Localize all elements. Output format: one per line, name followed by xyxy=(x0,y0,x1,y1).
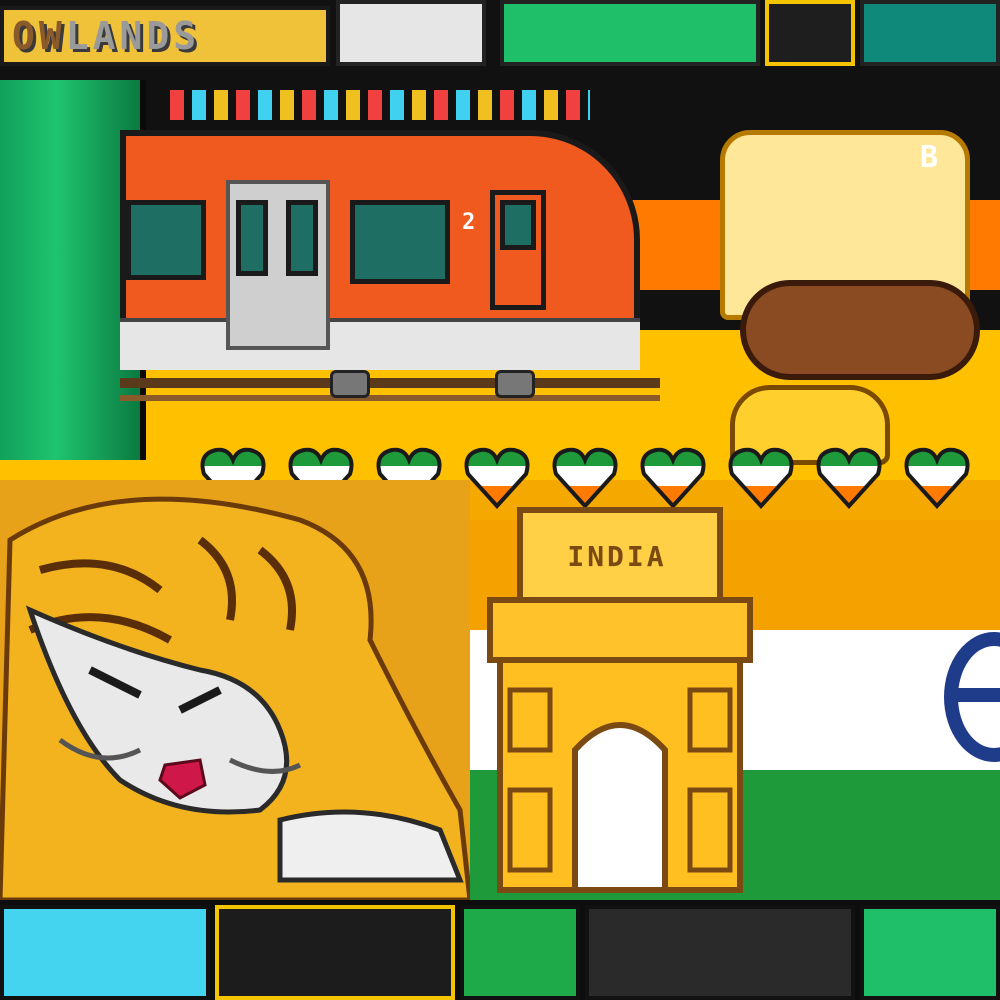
green-heart-art xyxy=(860,905,1000,1000)
train-door-window-left xyxy=(236,200,268,276)
india-gate: INDIA xyxy=(480,500,760,900)
green-emblem-art xyxy=(460,905,580,1000)
mario-art xyxy=(336,0,486,66)
train-wheel xyxy=(330,370,370,398)
teal-panel-art xyxy=(860,0,1000,66)
train-white-stripe xyxy=(120,318,640,370)
pixel-art-canvas: OWLANDS 2 B INDIA xyxy=(0,0,1000,1000)
train-cab-window xyxy=(500,200,536,250)
crowd-figures xyxy=(170,90,590,120)
gate-inscription: INDIA xyxy=(567,540,667,573)
green-flag-art xyxy=(500,0,760,66)
ghost-mascot-art xyxy=(765,0,855,66)
rail-track-lower xyxy=(120,395,660,401)
train-door-window-right xyxy=(286,200,318,276)
train-car-number: 2 xyxy=(462,210,476,235)
tricolor-heart xyxy=(904,444,970,510)
beer-label: B xyxy=(920,140,939,175)
train-window-left xyxy=(126,200,206,280)
rail-track xyxy=(120,378,660,388)
hearts-panel-art xyxy=(215,905,455,1000)
train-wheel xyxy=(495,370,535,398)
tricolor-heart xyxy=(816,444,882,510)
sausage-character xyxy=(740,280,980,380)
tiger-drawing xyxy=(0,480,473,903)
lowlands-banner: OWLANDS xyxy=(0,6,330,66)
characters-panel-art xyxy=(585,905,855,1000)
ashoka-chakra-hub xyxy=(958,688,1000,702)
train-window-main xyxy=(350,200,450,284)
banner-text: OWLANDS xyxy=(12,14,201,58)
sky-cloud-art xyxy=(0,905,210,1000)
bengal-tiger xyxy=(0,480,473,903)
